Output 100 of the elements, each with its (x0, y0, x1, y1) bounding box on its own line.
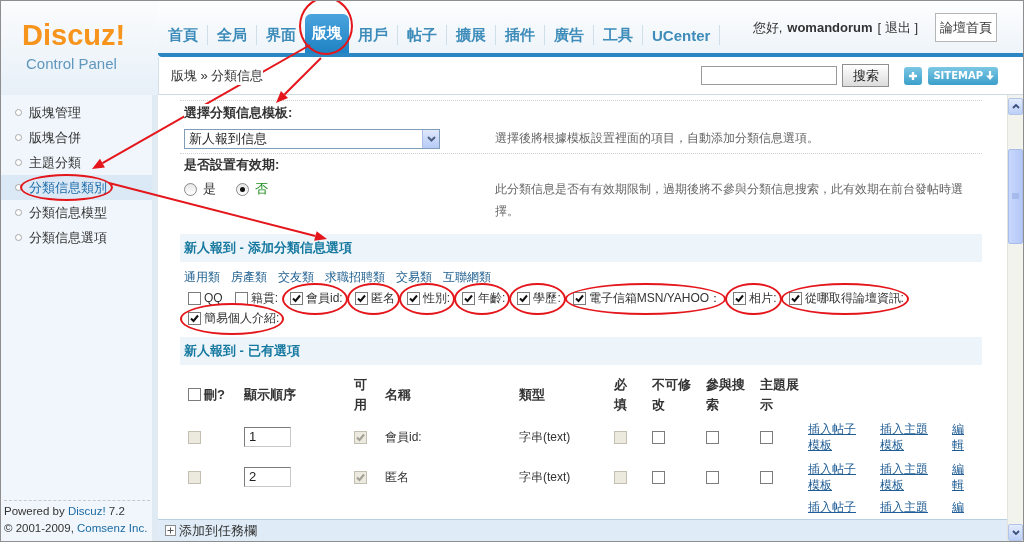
checkbox[interactable] (733, 291, 747, 305)
greeting-text: 您好, (752, 18, 783, 37)
section-title: 新人報到 - 已有選項 (184, 342, 300, 360)
plus-icon (908, 70, 919, 81)
scroll-up-button[interactable] (1008, 98, 1023, 115)
checkbox[interactable] (290, 291, 303, 305)
checkbox[interactable] (652, 471, 665, 485)
category-link[interactable]: 交友類 (278, 268, 314, 286)
table-link[interactable]: 插入主題模板 (880, 461, 936, 493)
checkbox-label[interactable]: 相片: (749, 288, 777, 308)
table-link[interactable]: 插入主題模板 (880, 421, 936, 453)
column-header: 可用 (354, 376, 367, 412)
logout-link[interactable]: [ 退出 ] (877, 18, 918, 37)
hint-text: 選擇後將根據模板設置裡面的項目，自動添加分類信息選項。 (495, 130, 820, 147)
checkbox[interactable] (760, 431, 773, 445)
table-link[interactable]: 插入帖子模板 (808, 421, 864, 453)
radio-button[interactable] (236, 182, 249, 196)
bullet-icon (15, 159, 22, 166)
column-header: 顯示順序 (244, 386, 296, 402)
setting-title: 是否設置有效期: (184, 156, 280, 174)
category-link[interactable]: 求職招聘類 (325, 268, 385, 286)
checkbox-label[interactable]: 會員id: (306, 288, 343, 308)
copyright-text: © 2001-2009, Comsenz Inc. (4, 521, 149, 536)
category-link[interactable]: 通用類 (184, 268, 220, 286)
checkbox[interactable] (354, 291, 368, 305)
checkbox-label[interactable]: 學歷: (533, 288, 561, 308)
checkbox-label[interactable]: 性別: (422, 288, 451, 308)
checkbox[interactable] (462, 291, 476, 305)
checkbox-label[interactable]: QQ (204, 288, 223, 308)
select-all-checkbox[interactable] (188, 388, 201, 401)
checkbox[interactable] (760, 471, 773, 485)
bullet-icon (15, 184, 22, 191)
table-link[interactable]: 編輯 (952, 421, 966, 453)
nav-tab[interactable]: 擴展 (447, 17, 495, 53)
checkbox[interactable] (788, 291, 802, 305)
bullet-icon (15, 109, 22, 116)
checkbox-label[interactable]: 匿名 (370, 288, 395, 308)
category-link[interactable]: 互聯網類 (443, 268, 491, 286)
discuz-link[interactable]: Discuz! (67, 505, 106, 517)
sidebar-item[interactable]: 分類信息選項 (1, 225, 152, 250)
column-header: 名稱 (385, 386, 411, 402)
grip-icon (1012, 193, 1019, 200)
chevron-down-icon (1011, 530, 1020, 535)
checkbox-label[interactable]: 籍貫: (250, 288, 278, 308)
checkbox[interactable] (517, 291, 531, 305)
table-link[interactable]: 插入主題 (880, 499, 928, 515)
template-select[interactable]: 新人報到信息 (184, 128, 440, 149)
column-header: 參與搜索 (706, 376, 745, 412)
forum-home-button[interactable]: 論壇首頁 (935, 13, 997, 42)
bullet-icon (15, 234, 22, 241)
checkbox[interactable] (188, 311, 201, 325)
radio-button[interactable] (184, 182, 197, 196)
checkbox[interactable] (652, 431, 665, 445)
sidebar-item[interactable]: 分類信息類別 (1, 175, 152, 200)
add-button[interactable] (904, 66, 923, 85)
add-to-taskbar-link[interactable]: 添加到任務欄 (179, 521, 257, 540)
radio-label[interactable]: 否 (255, 178, 268, 200)
sidebar-item[interactable]: 版塊管理 (1, 100, 152, 125)
checkbox-label[interactable]: 年齡: (478, 288, 506, 308)
sidebar-item[interactable]: 分類信息模型 (1, 200, 152, 225)
table-link[interactable]: 插入帖子模板 (808, 461, 864, 493)
powered-by-text: Powered by Discuz! 7.2 (4, 504, 126, 519)
order-input[interactable]: 2 (244, 467, 291, 487)
plus-box-icon (165, 525, 176, 536)
sidebar-item[interactable]: 主題分類 (1, 150, 152, 175)
table-link[interactable]: 編輯 (952, 461, 966, 493)
search-input[interactable] (701, 66, 838, 85)
bullet-icon (15, 209, 22, 216)
order-input[interactable]: 1 (244, 427, 291, 447)
category-link[interactable]: 交易類 (396, 268, 432, 286)
table-cell-text: 匿名 (384, 469, 410, 486)
checkbox[interactable] (706, 471, 719, 485)
scrollbar[interactable] (1007, 95, 1023, 541)
company-link[interactable]: Comsenz Inc. (77, 522, 148, 534)
category-link[interactable]: 房產類 (231, 268, 267, 286)
chevron-up-icon (1011, 104, 1020, 109)
checkbox[interactable] (572, 291, 586, 305)
section-title: 新人報到 - 添加分類信息選項 (184, 239, 352, 257)
table-link[interactable]: 插入帖子 (808, 499, 856, 515)
bullet-icon (15, 134, 22, 141)
logo-title: Discuz! (22, 19, 126, 51)
column-header: 主題展示 (760, 376, 799, 412)
nav-tab[interactable]: 插件 (496, 17, 544, 53)
checkbox-label[interactable]: 電子信箱MSN/YAHOO： (588, 288, 722, 308)
arrow-down-icon (986, 71, 994, 80)
checkbox[interactable] (406, 291, 420, 305)
scrollbar-thumb[interactable] (1008, 149, 1023, 244)
radio-label[interactable]: 是 (203, 178, 216, 200)
search-button[interactable]: 搜索 (842, 64, 890, 87)
column-header: 必填 (614, 376, 627, 412)
scroll-down-button[interactable] (1008, 524, 1023, 541)
sidebar-item[interactable]: 版塊合併 (1, 125, 152, 150)
column-header: 不可修改 (652, 376, 691, 412)
checkbox[interactable] (188, 291, 201, 305)
checkbox-label[interactable]: 簡易個人介紹: (204, 308, 280, 328)
table-link[interactable]: 編 (952, 499, 964, 515)
checkbox[interactable] (706, 431, 719, 445)
column-header: 類型 (519, 386, 545, 402)
checkbox[interactable] (234, 291, 248, 305)
checkbox-label[interactable]: 從哪取得論壇資訊: (804, 288, 904, 308)
